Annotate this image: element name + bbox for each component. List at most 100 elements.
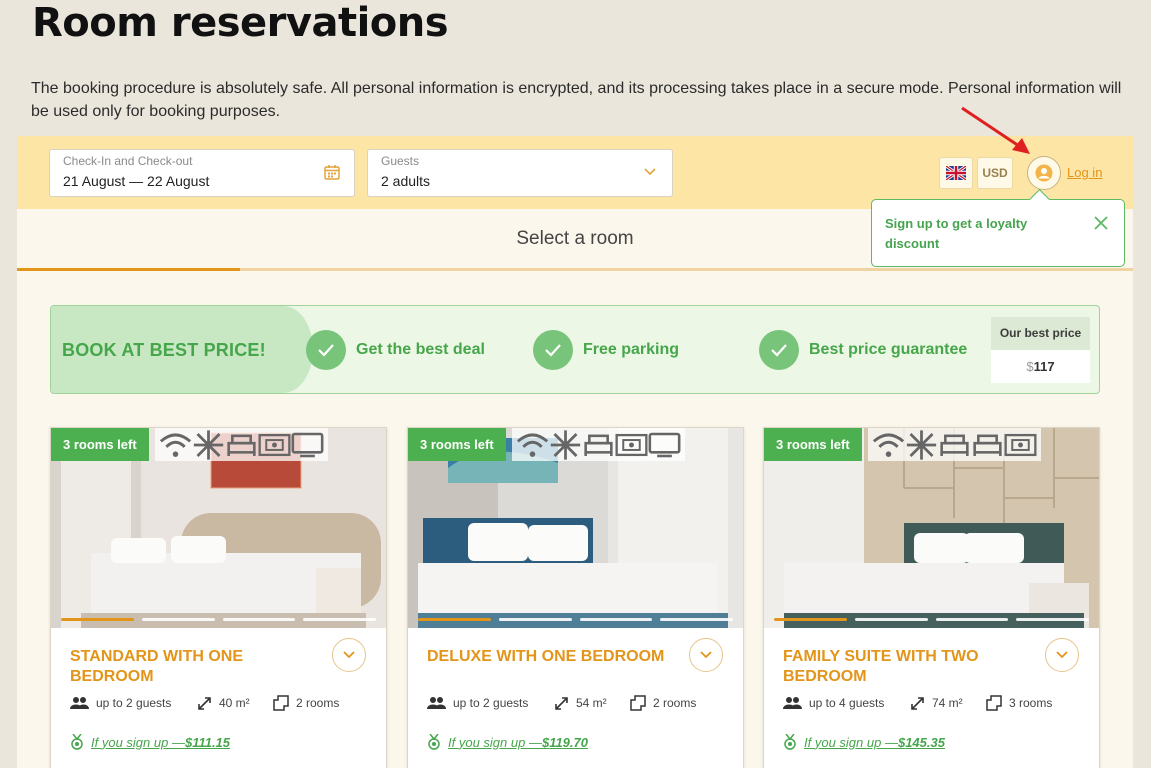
signup-currency: $ xyxy=(184,734,193,750)
language-button[interactable] xyxy=(939,157,973,189)
medal-icon xyxy=(71,734,83,750)
room-specs: up to 4 guests 74 m² 3 rooms xyxy=(783,693,1093,713)
signup-currency: $ xyxy=(541,734,550,750)
rooms-left-badge: 3 rooms left xyxy=(51,428,149,461)
rooms-icon xyxy=(986,695,1002,711)
perk-label: Free parking xyxy=(583,341,680,358)
dates-value: 21 August — 22 August xyxy=(63,173,210,189)
spec-rooms: 3 rooms xyxy=(986,693,1052,713)
user-icon xyxy=(1035,164,1053,182)
signup-amount: 111.15 xyxy=(192,734,231,750)
expand-room-button[interactable] xyxy=(332,638,366,672)
photo-slider xyxy=(61,618,376,621)
tv-icon xyxy=(291,428,324,461)
room-name[interactable]: FAMILY SUITE WITH TWO BEDROOM xyxy=(783,647,1023,687)
rooms-left-badge: 3 rooms left xyxy=(764,428,862,461)
best-price-box: Our best price $117 xyxy=(991,317,1090,383)
amenities-bar xyxy=(155,428,328,461)
slide-indicator[interactable] xyxy=(854,618,928,621)
room-name[interactable]: STANDARD WITH ONE BEDROOM xyxy=(70,647,310,687)
rooms-icon xyxy=(630,695,646,711)
room-card-standard[interactable]: 3 rooms left STANDARD WITH ONE BEDROOM u… xyxy=(50,427,387,768)
uk-flag-icon xyxy=(946,166,966,180)
tab-line-active xyxy=(17,268,240,271)
user-account-button[interactable] xyxy=(1027,156,1061,190)
expand-room-button[interactable] xyxy=(1045,638,1079,672)
slide-indicator[interactable] xyxy=(498,618,572,621)
snowflake-icon xyxy=(905,428,938,461)
tv-icon xyxy=(648,428,681,461)
room-specs: up to 2 guests 40 m² 2 rooms xyxy=(70,693,380,713)
signup-price-link[interactable]: If you sign up — $119.70 xyxy=(427,734,588,750)
photo-slider xyxy=(774,618,1089,621)
photo-slider xyxy=(418,618,733,621)
area-text: 40 m² xyxy=(219,696,250,710)
rooms-icon xyxy=(273,695,289,711)
slide-indicator[interactable] xyxy=(579,618,653,621)
guests-select[interactable]: Guests 2 adults xyxy=(367,149,673,197)
slide-indicator[interactable] xyxy=(222,618,296,621)
slide-indicator[interactable] xyxy=(418,618,491,621)
promo-head: BOOK AT BEST PRICE! xyxy=(51,306,313,393)
chevron-down-icon xyxy=(644,168,656,176)
slide-indicator[interactable] xyxy=(774,618,847,621)
spec-guests: up to 4 guests xyxy=(783,693,884,713)
room-name[interactable]: DELUXE WITH ONE BEDROOM xyxy=(427,647,667,667)
resize-icon xyxy=(555,696,568,710)
spec-rooms: 2 rooms xyxy=(630,693,696,713)
guests-value: 2 adults xyxy=(381,173,431,189)
annotation-arrow-icon xyxy=(961,106,1030,154)
best-price-banner: BOOK AT BEST PRICE! Get the best deal Fr… xyxy=(50,305,1100,394)
room-photo[interactable]: 3 rooms left xyxy=(408,428,743,628)
spec-area: 40 m² xyxy=(197,693,250,713)
slide-indicator[interactable] xyxy=(61,618,134,621)
perk-free-parking: Free parking xyxy=(533,330,679,370)
room-specs: up to 2 guests 54 m² 2 rooms xyxy=(427,693,737,713)
safe-icon xyxy=(1004,428,1037,461)
spec-guests: up to 2 guests xyxy=(427,693,528,713)
slide-indicator[interactable] xyxy=(1016,618,1089,621)
expand-room-button[interactable] xyxy=(689,638,723,672)
best-price-label: Our best price xyxy=(991,317,1090,350)
slide-indicator[interactable] xyxy=(935,618,1009,621)
wifi-icon xyxy=(159,428,192,461)
guests-icon xyxy=(783,697,802,709)
room-photo[interactable]: 3 rooms left xyxy=(764,428,1099,628)
rooms-text: 3 rooms xyxy=(1009,696,1053,710)
slide-indicator[interactable] xyxy=(660,618,733,621)
perk-best-deal: Get the best deal xyxy=(306,330,485,370)
safe-icon xyxy=(258,428,291,461)
bed-icon xyxy=(582,428,615,461)
room-card-family-suite[interactable]: 3 rooms left FAMILY SUITE WITH TWO BEDRO… xyxy=(763,427,1100,768)
close-icon[interactable] xyxy=(1094,216,1108,230)
rooms-left-badge: 3 rooms left xyxy=(408,428,506,461)
best-price-amount: 117 xyxy=(1033,359,1055,374)
medal-icon xyxy=(784,734,796,750)
dates-field[interactable]: Check-In and Check-out 21 August — 22 Au… xyxy=(49,149,355,197)
currency-button[interactable]: USD xyxy=(977,157,1013,189)
slide-indicator[interactable] xyxy=(141,618,215,621)
wifi-icon xyxy=(872,428,905,461)
signup-price-link[interactable]: If you sign up — $111.15 xyxy=(70,734,230,750)
rooms-text: 2 rooms xyxy=(653,696,697,710)
slide-indicator[interactable] xyxy=(303,618,376,621)
dates-label: Check-In and Check-out xyxy=(63,154,193,168)
signup-text: If you sign up — xyxy=(91,734,185,750)
area-text: 74 m² xyxy=(932,696,963,710)
spec-guests: up to 2 guests xyxy=(70,693,171,713)
perk-price-guarantee: Best price guarantee xyxy=(759,330,967,370)
loyalty-tooltip: Sign up to get a loyalty discount xyxy=(871,199,1125,267)
spec-area: 74 m² xyxy=(910,693,963,713)
login-link[interactable]: Log in xyxy=(1067,165,1102,180)
guests-label: Guests xyxy=(381,154,420,168)
resize-icon xyxy=(198,696,211,710)
check-icon xyxy=(306,330,346,370)
room-card-deluxe[interactable]: 3 rooms left DELUXE WITH ONE BEDROOM up … xyxy=(407,427,744,768)
chevron-down-icon xyxy=(343,651,355,659)
amenities-bar xyxy=(868,428,1041,461)
perk-label: Get the best deal xyxy=(356,341,485,358)
signup-price-link[interactable]: If you sign up — $145.35 xyxy=(783,734,945,750)
snowflake-icon xyxy=(549,428,582,461)
room-photo[interactable]: 3 rooms left xyxy=(51,428,386,628)
guests-icon xyxy=(427,697,446,709)
